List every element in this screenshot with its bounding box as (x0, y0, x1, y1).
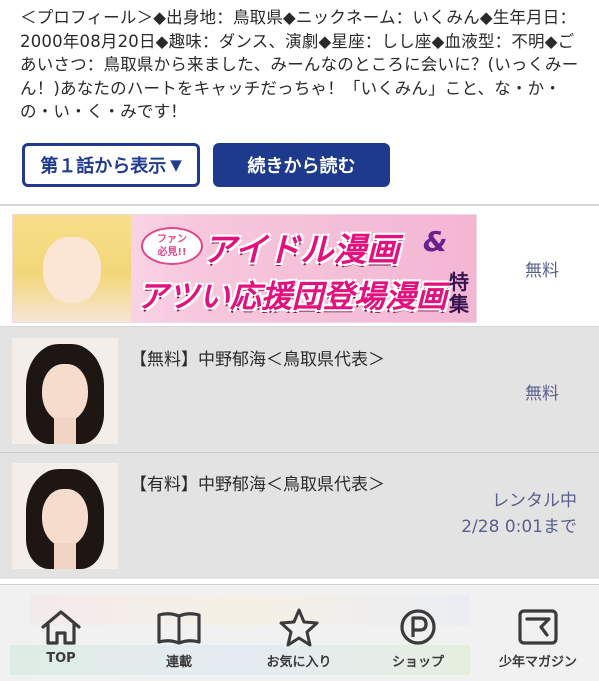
rental-status: レンタル中 2/28 0:01まで (461, 488, 577, 540)
shop-p-icon (400, 609, 436, 645)
episode-price: 無料 (525, 384, 559, 404)
tab-serial-label: 連載 (165, 655, 192, 670)
book-icon (157, 612, 201, 645)
banner-price: 無料 (525, 261, 559, 281)
dropdown-triangle-icon: ▼ (170, 156, 182, 174)
feature-banner-row[interactable]: ファン 必見!! アイドル漫画 & アツい応援団登場漫画 特集 無料 (0, 206, 599, 326)
list-item-free[interactable]: 【無料】中野郁海＜鳥取県代表＞ 無料 (0, 327, 599, 452)
tab-serial[interactable]: 連載 (119, 607, 239, 677)
tab-favorites[interactable]: お気に入り (239, 607, 359, 677)
episode-thumbnail[interactable] (12, 338, 118, 444)
fan-badge: ファン 必見!! (141, 227, 203, 265)
continue-reading-button[interactable]: 続きから読む (213, 143, 390, 187)
banner-ampersand: & (423, 225, 448, 258)
bottom-tab-bar: TOP 連載 お気に入り ショップ 少年マガジン (0, 584, 599, 681)
tab-shop[interactable]: ショップ (358, 607, 478, 677)
list-item-paid[interactable]: 【有料】中野郁海＜鳥取県代表＞ レンタル中 2/28 0:01まで (0, 453, 599, 579)
show-from-first-label: 第１話から表示 (40, 156, 167, 177)
tab-shop-label: ショップ (391, 655, 444, 670)
show-from-first-episode-button[interactable]: 第１話から表示 ▼ (22, 143, 200, 187)
home-icon (41, 610, 81, 645)
rental-until-time: 2/28 0:01まで (461, 517, 577, 537)
manga-girl-illustration (13, 215, 131, 322)
star-icon (279, 608, 319, 647)
tab-shonen-magazine[interactable]: 少年マガジン (478, 607, 598, 677)
tab-top-label: TOP (46, 651, 76, 666)
banner-headline-2: アツい応援団登場漫画 (137, 279, 447, 315)
rental-status-label: レンタル中 (492, 491, 577, 511)
banner-tokushu: 特集 (449, 270, 469, 316)
tab-shonen-magazine-label: 少年マガジン (498, 655, 577, 670)
magazine-m-icon (518, 609, 558, 645)
episode-title: 【無料】中野郁海＜鳥取県代表＞ (130, 350, 385, 370)
episode-thumbnail[interactable] (12, 463, 118, 569)
profile-text: ＜プロフィール＞◆出身地：鳥取県◆ニックネーム：いくみん◆生年月日：2000年0… (20, 8, 579, 121)
feature-banner-image[interactable]: ファン 必見!! アイドル漫画 & アツい応援団登場漫画 特集 (12, 214, 477, 323)
banner-headline-1: アイドル漫画 (203, 230, 400, 269)
episode-title: 【有料】中野郁海＜鳥取県代表＞ (130, 475, 385, 495)
tab-favorites-label: お気に入り (266, 655, 332, 670)
tab-top[interactable]: TOP (1, 607, 121, 677)
